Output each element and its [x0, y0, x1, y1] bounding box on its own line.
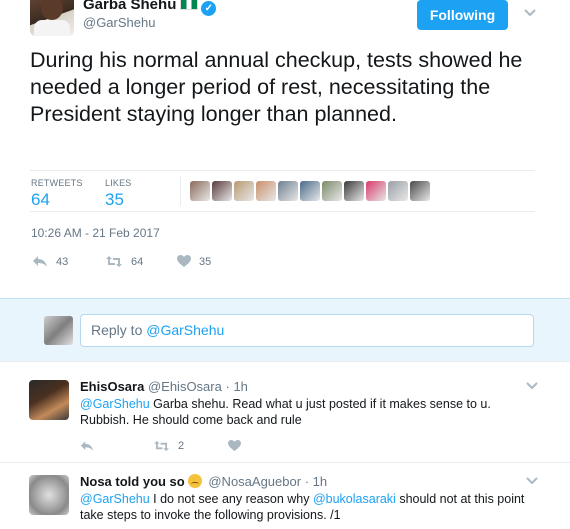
liker-avatar[interactable] — [344, 181, 364, 201]
reply-author-handle: @EhisOsara — [147, 379, 222, 394]
retweet-count: 2 — [178, 440, 185, 452]
likes-label: LIKES — [105, 178, 132, 188]
nigeria-flag-icon — [180, 0, 199, 10]
liker-avatar[interactable] — [366, 181, 386, 201]
reply-icon — [80, 441, 94, 451]
chevron-down-icon[interactable] — [526, 380, 538, 392]
author-fullname[interactable]: Garba Shehu ✓ — [83, 0, 217, 16]
reply-text: @GarShehu Garba shehu. Read what u just … — [80, 396, 530, 428]
reply-mention-link[interactable]: @bukolasaraki — [313, 492, 396, 506]
liker-avatar[interactable] — [410, 181, 430, 201]
stats-divider-bottom — [30, 211, 535, 212]
liker-avatar[interactable] — [278, 181, 298, 201]
liker-avatar[interactable] — [190, 181, 210, 201]
retweet-action[interactable]: 64 — [105, 255, 143, 268]
reply-avatar[interactable] — [29, 380, 69, 420]
stats-vertical-divider — [180, 176, 181, 206]
reply-mention: @GarShehu — [146, 322, 225, 338]
avatar-shirt — [34, 20, 70, 36]
following-button[interactable]: Following — [417, 0, 508, 30]
reply-action[interactable]: 43 — [32, 255, 68, 268]
reply-item[interactable]: EhisOsara @EhisOsara · 1h @GarShehu Garb… — [0, 362, 570, 463]
author-name-text: Garba Shehu — [83, 0, 177, 13]
reply-item[interactable]: Nosa told you so @NosaAguebor · 1h @GarS… — [0, 463, 570, 529]
liker-avatar[interactable] — [234, 181, 254, 201]
liker-avatar[interactable] — [300, 181, 320, 201]
author-avatar[interactable] — [30, 0, 74, 36]
reply-icon — [33, 256, 47, 267]
author-handle[interactable]: @GarShehu — [83, 15, 155, 30]
reply-time[interactable]: 1h — [313, 474, 327, 489]
retweets-label: RETWEETS — [31, 178, 83, 188]
chevron-down-icon[interactable] — [526, 475, 538, 487]
reply-body: I do not see any reason why — [149, 492, 313, 506]
liker-avatar[interactable] — [322, 181, 342, 201]
reply-author-handle: @NosaAguebor — [208, 474, 302, 489]
heart-icon — [177, 255, 191, 267]
liker-avatar[interactable] — [256, 181, 276, 201]
reply-mention-link[interactable]: @GarShehu — [80, 397, 150, 411]
retweets-stat[interactable]: RETWEETS 64 — [31, 178, 83, 210]
reply-composer-area: Reply to @GarShehu — [0, 298, 570, 362]
reply-time[interactable]: 1h — [233, 379, 247, 394]
current-user-avatar — [44, 316, 73, 345]
retweet-count: 64 — [131, 255, 144, 268]
chevron-down-icon[interactable] — [524, 7, 536, 19]
likes-stat[interactable]: LIKES 35 — [105, 178, 132, 210]
reply-prefix: Reply to — [91, 322, 147, 338]
reply-avatar[interactable] — [29, 475, 69, 515]
reply-author-name: EhisOsara — [80, 379, 145, 394]
retweet-icon — [154, 440, 169, 452]
avatar-face — [41, 0, 63, 20]
likes-count: 35 — [105, 190, 124, 209]
heart-icon — [228, 440, 241, 452]
retweets-count: 64 — [31, 190, 50, 209]
worried-face-emoji-icon — [187, 474, 202, 488]
reply-text: @GarShehu I do not see any reason why @b… — [80, 491, 530, 523]
liker-avatar[interactable] — [212, 181, 232, 201]
like-action[interactable]: 35 — [177, 255, 211, 268]
tweet-timestamp[interactable]: 10:26 AM - 21 Feb 2017 — [31, 226, 160, 240]
retweet-action[interactable]: 2 — [153, 440, 184, 452]
like-action[interactable] — [228, 440, 241, 452]
reply-author[interactable]: Nosa told you so @NosaAguebor · 1h — [80, 474, 327, 489]
reply-input[interactable]: Reply to @GarShehu — [80, 314, 534, 347]
reply-action[interactable] — [80, 440, 94, 452]
like-count: 35 — [199, 255, 212, 268]
reply-mention-link[interactable]: @GarShehu — [80, 492, 150, 506]
verified-badge-icon: ✓ — [201, 1, 217, 16]
liker-avatar[interactable] — [388, 181, 408, 201]
reply-author-name: Nosa told you so — [80, 474, 185, 489]
reply-author[interactable]: EhisOsara @EhisOsara · 1h — [80, 379, 248, 394]
tweet-text: During his normal annual checkup, tests … — [30, 48, 523, 126]
retweet-icon — [106, 256, 122, 267]
reply-count: 43 — [56, 255, 69, 268]
stats-divider-top — [30, 170, 535, 171]
